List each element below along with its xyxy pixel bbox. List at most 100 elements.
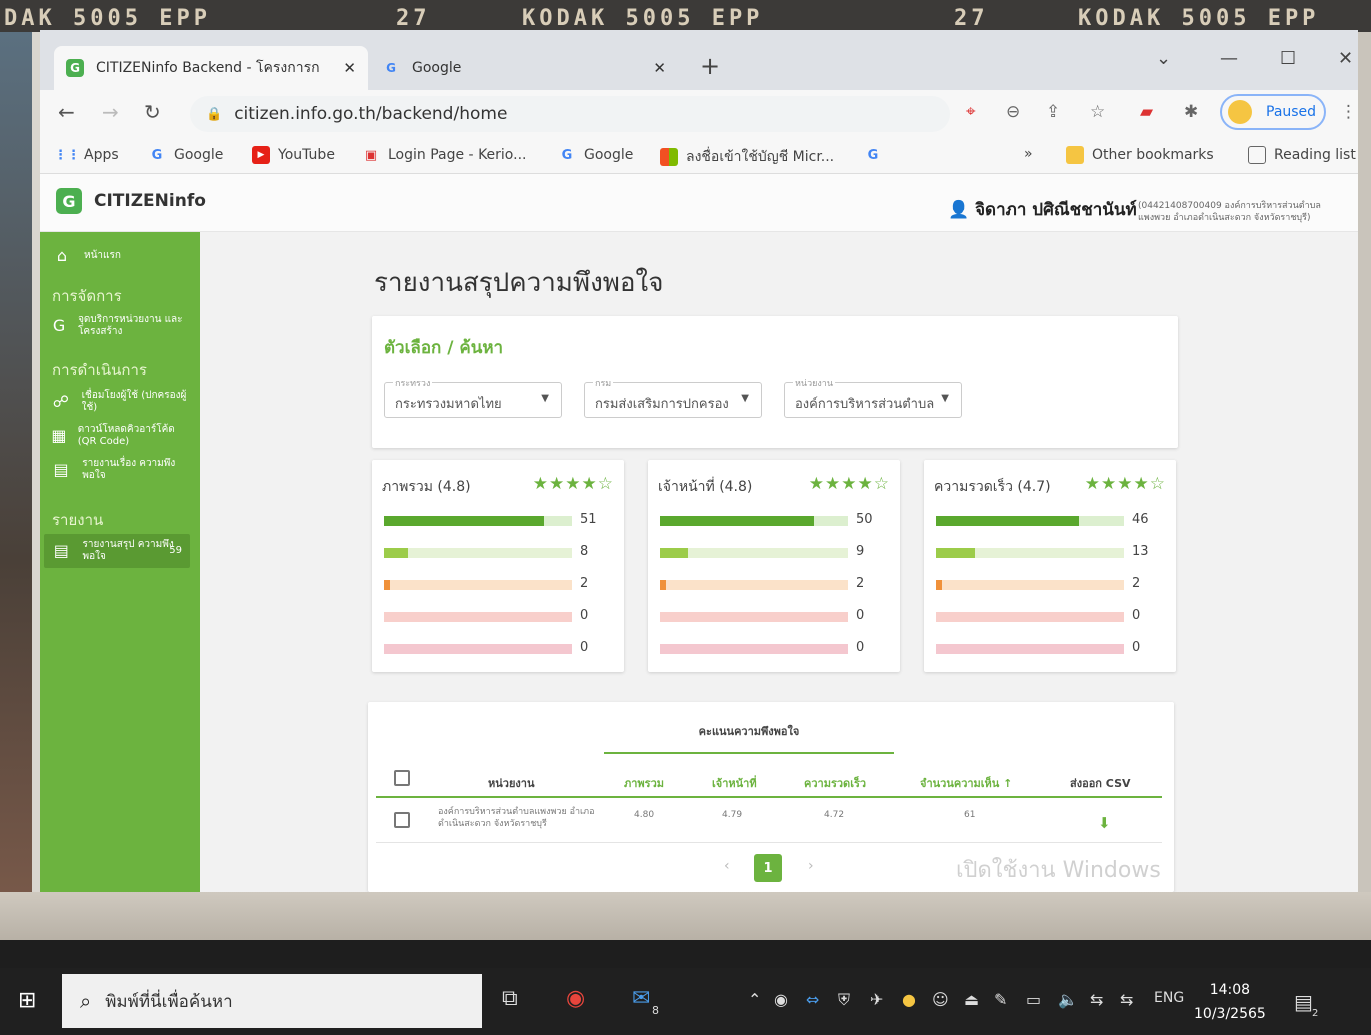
other-bookmarks-folder[interactable]: Other bookmarks (1066, 146, 1214, 164)
column-header-staff[interactable]: เจ้าหน้าที่ (712, 774, 757, 792)
more-bookmarks-button[interactable]: » (1024, 146, 1033, 162)
sync-2-icon[interactable]: ⇆ (1120, 990, 1133, 1009)
bar-count: 2 (1132, 576, 1141, 591)
bar-count: 0 (1132, 640, 1141, 655)
mail-icon[interactable]: ✉ (632, 986, 650, 1011)
location-blocked-icon[interactable]: ⌖ (966, 102, 976, 122)
sidebar-item-home[interactable]: ⌂ หน้าแรก (50, 246, 121, 266)
bookmark-label: Google (174, 147, 224, 163)
chrome-icon[interactable]: ◉ (566, 986, 585, 1011)
sidebar-item-satisfaction-stories[interactable]: ▤ รายงานเรื่อง ความพึงพอใจ (50, 458, 190, 482)
task-view-icon[interactable]: ⧉ (502, 986, 518, 1011)
bookmark-kerio-login[interactable]: ▣ Login Page - Kerio... (362, 146, 527, 164)
bookmark-microsoft[interactable]: ลงชื่อเข้าใช้บัญชี Micr... (660, 146, 834, 168)
sidebar-item-label: จุดบริการหน่วยงาน และโครงสร้าง (78, 314, 183, 337)
forward-icon[interactable]: → (102, 100, 119, 124)
select-value: องค์การบริหารส่วนตำบล (795, 397, 935, 412)
tab-search-chevron-icon[interactable]: ⌄ (1156, 48, 1171, 69)
bookmark-google-3[interactable]: G (864, 146, 890, 164)
zoom-icon[interactable]: ⊖ (1006, 102, 1020, 122)
new-tab-icon[interactable]: + (700, 52, 720, 80)
next-page-button[interactable]: › (808, 858, 814, 874)
bookmark-google[interactable]: G Google (148, 146, 224, 164)
close-tab-icon[interactable]: ✕ (653, 59, 666, 77)
filter-title: ตัวเลือก / ค้นหา (384, 338, 504, 358)
bookmark-star-icon[interactable]: ☆ (1090, 102, 1105, 122)
bookmark-label: YouTube (278, 147, 335, 163)
select-all-checkbox[interactable] (394, 770, 410, 786)
user-name[interactable]: 👤 จิดาภา ปศิณีชชานันท์ (948, 196, 1137, 223)
sidebar-item-satisfaction-report[interactable]: ▤ รายงานสรุป ความพึงพอใจ 59 (44, 534, 190, 568)
menu-kebab-icon[interactable]: ⋮ (1340, 102, 1357, 122)
bar-track (660, 612, 848, 622)
department-select[interactable]: กรม กรมส่งเสริมการปกครอง ▼ (584, 376, 762, 418)
profile-status: Paused (1266, 104, 1317, 120)
address-bar[interactable]: 🔒 citizen.info.go.th/backend/home (190, 96, 950, 132)
reload-icon[interactable]: ↻ (144, 100, 161, 124)
column-header-unit[interactable]: หน่วยงาน (488, 774, 534, 792)
download-csv-icon[interactable]: ⬇ (1098, 814, 1111, 832)
record-icon[interactable]: ◉ (774, 990, 788, 1009)
volume-icon[interactable]: 🔈 (1058, 990, 1078, 1009)
bar-count: 8 (580, 544, 589, 559)
windows-activation-watermark: เปิดใช้งาน Windows (956, 858, 1161, 883)
extensions-puzzle-icon[interactable]: ✱ (1184, 102, 1198, 122)
user-organization: (04421408700409 องค์การบริหารส่วนตำบล แพ… (1138, 201, 1321, 223)
network-icon[interactable]: ▭ (1026, 990, 1041, 1009)
google-icon: G (867, 147, 879, 163)
profile-paused-button[interactable]: Paused (1220, 94, 1326, 130)
column-header-speed[interactable]: ความรวดเร็ว (804, 774, 866, 792)
sidebar-item-qr-code[interactable]: ▦ ดาวน์โหลดคิวอาร์โค้ด (QR Code) (50, 424, 190, 448)
teamviewer-icon[interactable]: ⇔ (806, 990, 819, 1009)
windows-start-icon[interactable]: ⊞ (18, 988, 36, 1013)
column-header-comments[interactable]: จำนวนความเห็น ↑ (920, 774, 1012, 792)
tab-citizeninfo[interactable]: G CITIZENinfo Backend - โครงการก ✕ (54, 46, 368, 90)
agency-select[interactable]: หน่วยงาน องค์การบริหารส่วนตำบล ▼ (784, 376, 962, 418)
bookmark-google-2[interactable]: G Google (558, 146, 634, 164)
clock[interactable]: 14:08 10/3/2565 (1194, 978, 1266, 1026)
avatar (1228, 100, 1252, 124)
close-window-icon[interactable]: ✕ (1338, 48, 1353, 69)
sidebar-item-link-users[interactable]: ☍ เชื่อมโยงผู้ใช้ (ปกครองผู้ใช้) (50, 390, 190, 414)
network-share-icon[interactable]: ✈ (870, 990, 883, 1009)
minimize-icon[interactable]: — (1220, 48, 1238, 69)
notification-icon[interactable]: ▤ (1294, 990, 1313, 1014)
user-tray-icon[interactable]: ☺ (932, 990, 949, 1009)
sidebar-item-label: หน้าแรก (84, 250, 121, 261)
taskbar-search-input[interactable]: ⌕ พิมพ์ที่นี่เพื่อค้นหา (62, 974, 482, 1028)
page-title: รายงานสรุปความพึงพอใจ (374, 268, 664, 298)
bookmark-youtube[interactable]: ▶ YouTube (252, 146, 335, 164)
rating-bar-3-star: 2 (660, 576, 864, 591)
row-checkbox[interactable] (394, 812, 410, 828)
sync-icon[interactable]: ⇆ (1090, 990, 1103, 1009)
pen-icon[interactable]: ✎ (994, 990, 1007, 1009)
security-icon[interactable]: ⛨ (838, 990, 850, 1010)
sidebar-item-label: ดาวน์โหลดคิวอาร์โค้ด (QR Code) (77, 424, 175, 447)
prev-page-button[interactable]: ‹ (724, 858, 730, 874)
column-header-overall[interactable]: ภาพรวม (624, 774, 664, 792)
cell-speed: 4.72 (824, 810, 845, 820)
sidebar-item-service-units[interactable]: G จุดบริการหน่วยงาน และโครงสร้าง (50, 314, 190, 338)
youtube-icon: ▶ (252, 146, 270, 164)
bookmark-apps[interactable]: ⋮⋮ Apps (54, 146, 119, 164)
page-1-button[interactable]: 1 (754, 854, 782, 882)
reading-list-button[interactable]: Reading list (1248, 146, 1356, 164)
pdf-extension-icon[interactable]: ▰ (1140, 102, 1153, 122)
tray-expand-icon[interactable]: ⌃ (748, 990, 761, 1009)
ministry-select[interactable]: กระทรวง กระทรวงมหาดไทย ▼ (384, 376, 562, 418)
language-indicator[interactable]: ENG (1154, 990, 1184, 1006)
bar-track (936, 644, 1124, 654)
back-icon[interactable]: ← (58, 100, 75, 124)
share-icon[interactable]: ⇪ (1046, 102, 1060, 122)
filter-card: ตัวเลือก / ค้นหา กระทรวง กระทรวงมหาดไทย … (372, 316, 1178, 448)
app-tray-icon[interactable]: ● (902, 990, 916, 1009)
maximize-icon[interactable]: ☐ (1280, 48, 1296, 69)
app-header: G CITIZENinfo 👤 จิดาภา ปศิณีชชานันท์ (04… (40, 174, 1358, 232)
tab-google[interactable]: G Google ✕ (370, 46, 678, 90)
usb-icon[interactable]: ⏏ (964, 990, 979, 1009)
bookmark-label: Other bookmarks (1092, 147, 1214, 163)
app-logo[interactable]: G CITIZENinfo (56, 188, 206, 214)
close-tab-icon[interactable]: ✕ (343, 59, 356, 77)
bar-fill (936, 580, 942, 590)
stat-card-overall: ภาพรวม (4.8) ★★★★☆ 51 8 2 0 0 (372, 460, 624, 672)
